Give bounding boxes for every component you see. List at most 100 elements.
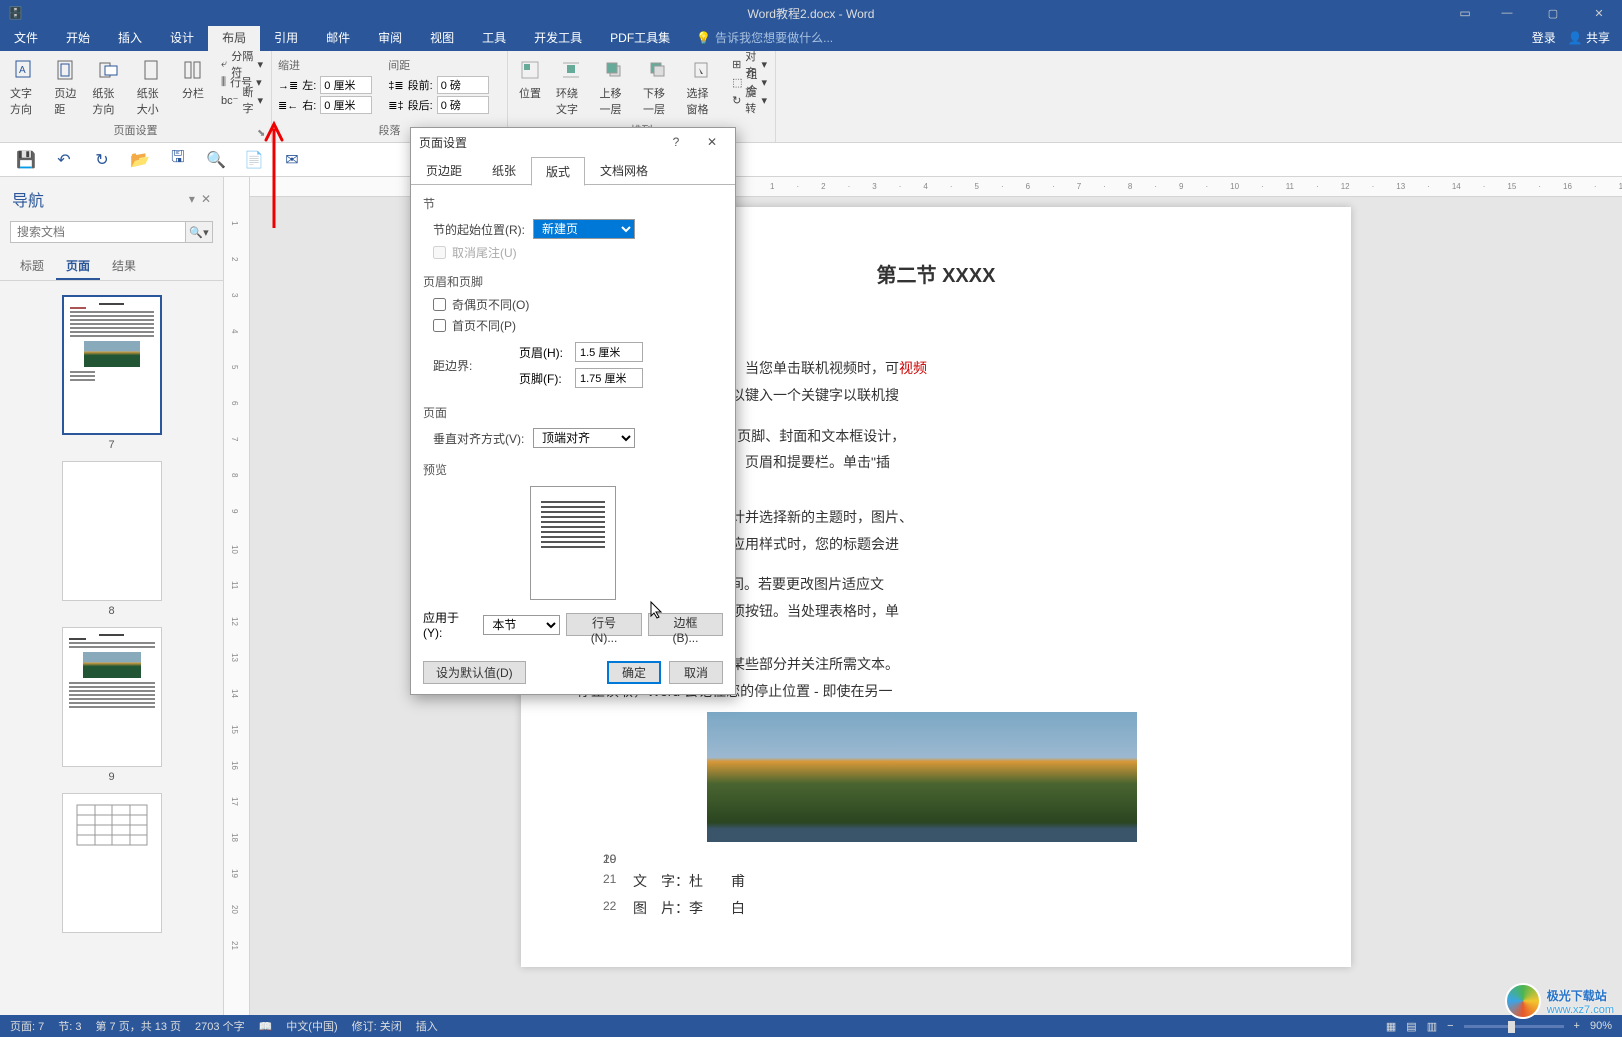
view-web-icon[interactable]: ▥	[1427, 1020, 1437, 1033]
first-page-checkbox[interactable]	[433, 319, 446, 332]
line-numbers-dialog-button[interactable]: 行号(N)...	[566, 613, 642, 636]
view-print-icon[interactable]: ▤	[1406, 1020, 1416, 1033]
ribbon-options-icon[interactable]: ▭	[1446, 0, 1484, 26]
section-start-select[interactable]: 新建页	[533, 219, 635, 239]
space-before-input[interactable]	[437, 76, 489, 94]
odd-even-checkbox[interactable]	[433, 298, 446, 311]
undo-icon[interactable]: ↶	[52, 148, 76, 172]
status-dict-icon[interactable]: 📖	[259, 1020, 273, 1033]
page-setup-dialog: 页面设置 ? ✕ 页边距 纸张 版式 文档网格 节 节的起始位置(R): 新建页…	[410, 127, 736, 695]
tab-developer[interactable]: 开发工具	[520, 24, 596, 51]
indent-right-input[interactable]	[320, 96, 372, 114]
nav-search-button[interactable]: 🔍▾	[185, 221, 213, 243]
nav-dropdown-icon[interactable]: ▾	[189, 192, 195, 206]
nav-search-input[interactable]	[10, 221, 185, 243]
tab-layout[interactable]: 布局	[208, 24, 260, 51]
status-page-of[interactable]: 第 7 页，共 13 页	[95, 1018, 181, 1034]
orientation-button[interactable]: 纸张方向	[88, 55, 126, 120]
dialog-help-button[interactable]: ?	[661, 131, 691, 153]
space-after-input[interactable]	[437, 96, 489, 114]
zoom-out-icon[interactable]: −	[1447, 1020, 1453, 1032]
header-distance-input[interactable]	[575, 342, 643, 362]
wrap-text-button[interactable]: 环绕文字	[552, 55, 590, 120]
page-thumbnail[interactable]	[62, 793, 162, 933]
status-page[interactable]: 页面: 7	[10, 1018, 44, 1034]
status-words[interactable]: 2703 个字	[195, 1018, 245, 1034]
tell-me-prompt[interactable]: 告诉我您想要做什么...	[715, 29, 833, 46]
close-button[interactable]: ✕	[1576, 0, 1622, 26]
dlg-tab-layout[interactable]: 版式	[531, 157, 585, 186]
space-after-icon: ≣‡	[388, 99, 403, 112]
thumb-number: 9	[108, 771, 114, 783]
cancel-button[interactable]: 取消	[669, 661, 723, 684]
tab-insert[interactable]: 插入	[104, 24, 156, 51]
suppress-endnotes-checkbox	[433, 246, 446, 259]
footer-distance-input[interactable]	[575, 368, 643, 388]
nav-tab-results[interactable]: 结果	[102, 253, 146, 280]
size-button[interactable]: 纸张大小	[133, 55, 171, 120]
save-icon[interactable]: 💾	[14, 148, 38, 172]
position-button[interactable]: 位置	[514, 55, 546, 120]
page-thumbnail[interactable]	[62, 627, 162, 767]
breaks-button[interactable]: ⤶分隔符 ▾	[219, 55, 265, 73]
save-as-icon[interactable]: 🖫	[166, 148, 190, 172]
zoom-slider[interactable]	[1464, 1025, 1564, 1028]
tab-home[interactable]: 开始	[52, 24, 104, 51]
maximize-button[interactable]: ▢	[1530, 0, 1576, 26]
dialog-close-button[interactable]: ✕	[697, 131, 727, 153]
zoom-level[interactable]: 90%	[1590, 1020, 1612, 1032]
dlg-tab-grid[interactable]: 文档网格	[585, 156, 663, 185]
set-default-button[interactable]: 设为默认值(D)	[423, 661, 526, 684]
selection-pane-button[interactable]: 选择窗格	[683, 55, 721, 120]
window-title: Word教程2.docx - Word	[748, 5, 875, 22]
tab-design[interactable]: 设计	[156, 24, 208, 51]
redo-icon[interactable]: ↻	[90, 148, 114, 172]
page-thumbnail[interactable]	[62, 461, 162, 601]
view-read-icon[interactable]: ▦	[1386, 1020, 1396, 1033]
tab-tools[interactable]: 工具	[468, 24, 520, 51]
email-icon[interactable]: ✉	[280, 148, 304, 172]
status-mode[interactable]: 插入	[416, 1018, 438, 1034]
nav-close-icon[interactable]: ✕	[201, 192, 211, 206]
print-preview-icon[interactable]: 🔍	[204, 148, 228, 172]
status-language[interactable]: 中文(中国)	[286, 1018, 337, 1034]
open-icon[interactable]: 📂	[128, 148, 152, 172]
tab-mailings[interactable]: 邮件	[312, 24, 364, 51]
vertical-ruler[interactable]: 123456789101112131415161718192021	[224, 177, 250, 1015]
login-link[interactable]: 登录	[1532, 29, 1556, 46]
new-icon[interactable]: 📄	[242, 148, 266, 172]
dlg-tab-paper[interactable]: 纸张	[477, 156, 531, 185]
dlg-tab-margins[interactable]: 页边距	[411, 156, 477, 185]
page-thumbnail[interactable]	[62, 295, 162, 435]
zoom-in-icon[interactable]: +	[1574, 1020, 1580, 1032]
indent-left-input[interactable]	[320, 76, 372, 94]
nav-title: 导航	[12, 187, 44, 211]
send-backward-button[interactable]: 下移一层	[639, 55, 677, 120]
nav-tab-pages[interactable]: 页面	[56, 253, 100, 280]
hyperlink-video[interactable]: 视频	[899, 360, 927, 376]
borders-dialog-button[interactable]: 边框(B)...	[648, 613, 723, 636]
nav-tab-headings[interactable]: 标题	[10, 253, 54, 280]
tab-review[interactable]: 审阅	[364, 24, 416, 51]
vertical-align-select[interactable]: 顶端对齐	[533, 428, 635, 448]
status-section[interactable]: 节: 3	[58, 1018, 81, 1034]
apply-to-select[interactable]: 本节	[483, 615, 560, 635]
tab-file[interactable]: 文件	[0, 24, 52, 51]
rotate-button[interactable]: ↻旋转 ▾	[730, 91, 769, 109]
share-button[interactable]: 👤 共享	[1568, 29, 1610, 46]
dialog-title: 页面设置	[419, 134, 467, 151]
tab-view[interactable]: 视图	[416, 24, 468, 51]
minimize-button[interactable]: —	[1484, 0, 1530, 26]
space-before-icon: ‡≣	[388, 79, 403, 92]
bring-forward-button[interactable]: 上移一层	[596, 55, 634, 120]
text-direction-button[interactable]: A 文字方向	[6, 55, 44, 120]
status-track[interactable]: 修订: 关闭	[352, 1018, 402, 1034]
ok-button[interactable]: 确定	[607, 661, 661, 684]
lightbulb-icon: 💡	[696, 31, 711, 45]
tab-pdf[interactable]: PDF工具集	[596, 24, 684, 51]
hyphenation-button[interactable]: bc⁻断字 ▾	[219, 91, 265, 109]
margins-button[interactable]: 页边距	[50, 55, 82, 120]
tab-references[interactable]: 引用	[260, 24, 312, 51]
columns-button[interactable]: 分栏	[177, 55, 209, 120]
page-setup-dialog-launcher[interactable]: ⬊	[257, 128, 269, 140]
